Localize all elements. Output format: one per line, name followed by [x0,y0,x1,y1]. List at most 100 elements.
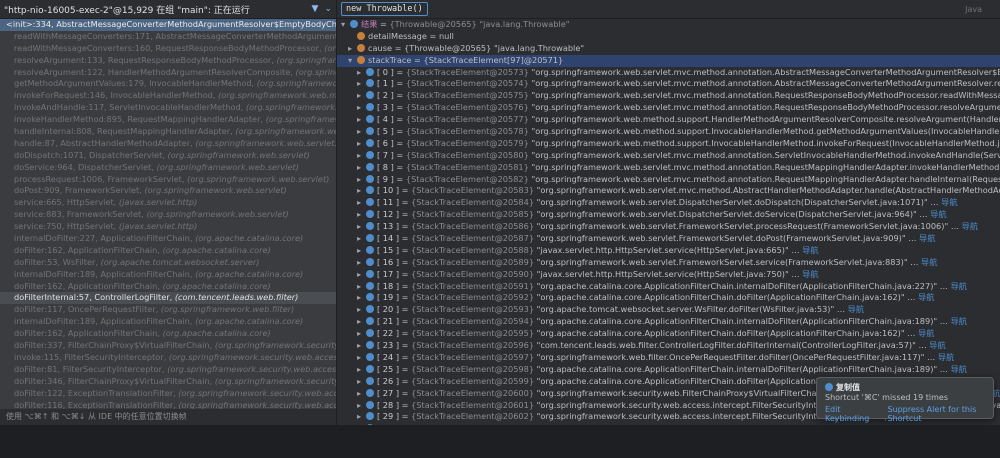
frame-row[interactable]: readWithMessageConverters:171, AbstractM… [0,31,336,43]
navigate-link[interactable]: 导航 [802,269,818,279]
frame-row[interactable]: doDispatch:1071, DispatcherServlet, (org… [0,150,336,162]
suppress-alert-link[interactable]: Suppress Alert for this Shortcut [887,405,993,423]
frame-row[interactable]: doFilter:162, ApplicationFilterChain, (o… [0,328,336,340]
edit-keybinding-link[interactable]: Edit Keybinding [825,405,877,423]
collapsed-arrow-icon[interactable]: ▸ [357,78,366,90]
thread-selector[interactable]: "http-nio-16005-exec-2"@15,929 在组 "main"… [4,3,306,16]
expand-arrow-icon[interactable]: ▾ [348,55,357,67]
stack-trace-element-row[interactable]: ▸[ 16 ] = {StackTraceElement@20589} "org… [337,257,1000,269]
result-row[interactable]: ▾ 结果 = {Throwable@20565} "java.lang.Throw… [337,19,1000,31]
frame-row[interactable]: invokeForRequest:146, InvocableHandlerMe… [0,90,336,102]
stack-trace-element-row[interactable]: ▸[ 25 ] = {StackTraceElement@20598} "org… [337,364,1000,376]
collapsed-arrow-icon[interactable]: ▸ [357,197,366,209]
collapsed-arrow-icon[interactable]: ▸ [357,257,366,269]
navigate-link[interactable]: 导航 [848,304,864,314]
collapsed-arrow-icon[interactable]: ▸ [348,43,357,55]
stack-trace-element-row[interactable]: ▸[ 18 ] = {StackTraceElement@20591} "org… [337,281,1000,293]
frame-row[interactable]: getMethodArgumentValues:179, InvocableHa… [0,78,336,90]
collapsed-arrow-icon[interactable]: ▸ [357,114,366,126]
frame-row[interactable]: internalDoFilter:189, ApplicationFilterC… [0,316,336,328]
navigate-link[interactable]: 导航 [951,316,967,326]
frame-row[interactable]: doService:964, DispatcherServlet, (org.s… [0,162,336,174]
stack-trace-element-row[interactable]: ▸[ 0 ] = {StackTraceElement@20573} "org.… [337,67,1000,79]
navigate-link[interactable]: 导航 [951,364,967,374]
frame-row[interactable]: doFilter:117, OncePerRequestFilter, (org… [0,304,336,316]
frame-row[interactable]: invoke:115, FilterSecurityInterceptor, (… [0,352,336,364]
stack-trace-element-row[interactable]: ▸[ 11 ] = {StackTraceElement@20584} "org… [337,197,1000,209]
collapsed-arrow-icon[interactable]: ▸ [357,138,366,150]
stack-trace-element-row[interactable]: ▸[ 10 ] = {StackTraceElement@20583} "org… [337,185,1000,197]
collapsed-arrow-icon[interactable]: ▸ [357,292,366,304]
stack-trace-row[interactable]: ▾ stackTrace = {StackTraceElement[97]@205… [337,54,1000,67]
detail-message-row[interactable]: detailMessage = null [337,31,1000,43]
frame-row[interactable]: doFilterInternal:57, ControllerLogFilter… [0,292,336,305]
navigate-link[interactable]: 导航 [951,281,967,291]
frame-row[interactable]: handleInternal:808, RequestMappingHandle… [0,126,336,138]
frame-row[interactable]: service:883, FrameworkServlet, (org.spri… [0,209,336,221]
stack-trace-element-row[interactable]: ▸[ 19 ] = {StackTraceElement@20592} "org… [337,292,1000,304]
stack-trace-element-row[interactable]: ▸[ 17 ] = {StackTraceElement@20590} "jav… [337,269,1000,281]
frame-row[interactable]: invokeAndHandle:117, ServletInvocableHan… [0,102,336,114]
navigate-link[interactable]: 导航 [918,328,934,338]
stack-trace-element-row[interactable]: ▸[ 15 ] = {StackTraceElement@20588} "jav… [337,245,1000,257]
stack-trace-element-row[interactable]: ▸[ 14 ] = {StackTraceElement@20587} "org… [337,233,1000,245]
stack-trace-element-row[interactable]: ▸[ 5 ] = {StackTraceElement@20578} "org.… [337,126,1000,138]
collapsed-arrow-icon[interactable]: ▸ [357,162,366,174]
collapsed-arrow-icon[interactable]: ▸ [357,233,366,245]
stack-trace-element-row[interactable]: ▸[ 9 ] = {StackTraceElement@20582} "org.… [337,174,1000,186]
navigate-link[interactable]: 导航 [938,352,954,362]
stack-trace-element-row[interactable]: ▸[ 8 ] = {StackTraceElement@20581} "org.… [337,162,1000,174]
language-selector[interactable]: Java [965,5,996,14]
frame-row[interactable]: processRequest:1006, FrameworkServlet, (… [0,174,336,186]
stack-trace-element-row[interactable]: ▸[ 12 ] = {StackTraceElement@20585} "org… [337,209,1000,221]
stack-trace-element-row[interactable]: ▸[ 21 ] = {StackTraceElement@20594} "org… [337,316,1000,328]
navigate-link[interactable]: 导航 [918,292,934,302]
collapsed-arrow-icon[interactable]: ▸ [357,245,366,257]
frame-row[interactable]: doFilter:53, WsFilter, (org.apache.tomca… [0,257,336,269]
frame-row[interactable]: invokeHandlerMethod:895, RequestMappingH… [0,114,336,126]
collapsed-arrow-icon[interactable]: ▸ [357,102,366,114]
stack-trace-element-row[interactable]: ▸[ 20 ] = {StackTraceElement@20593} "org… [337,304,1000,316]
chevron-down-icon[interactable]: ⌄ [324,4,332,14]
cause-row[interactable]: ▸ cause = {Throwable@20565} "java.lang.Th… [337,43,1000,55]
stack-trace-element-row[interactable]: ▸[ 13 ] = {StackTraceElement@20586} "org… [337,221,1000,233]
filter-icon[interactable]: ▼ [312,4,319,14]
collapsed-arrow-icon[interactable]: ▸ [357,221,366,233]
navigate-link[interactable]: 导航 [921,257,937,267]
navigate-link[interactable]: 导航 [802,245,818,255]
collapsed-arrow-icon[interactable]: ▸ [357,376,366,388]
collapsed-arrow-icon[interactable]: ▸ [357,411,366,423]
stack-trace-element-row[interactable]: ▸[ 3 ] = {StackTraceElement@20576} "org.… [337,102,1000,114]
stack-trace-element-row[interactable]: ▸[ 7 ] = {StackTraceElement@20580} "org.… [337,150,1000,162]
collapsed-arrow-icon[interactable]: ▸ [357,304,366,316]
collapsed-arrow-icon[interactable]: ▸ [357,174,366,186]
collapsed-arrow-icon[interactable]: ▸ [357,364,366,376]
navigate-link[interactable]: 导航 [941,197,957,207]
collapsed-arrow-icon[interactable]: ▸ [357,269,366,281]
navigate-link[interactable]: 导航 [919,233,935,243]
stack-trace-element-row[interactable]: ▸[ 4 ] = {StackTraceElement@20577} "org.… [337,114,1000,126]
collapsed-arrow-icon[interactable]: ▸ [357,150,366,162]
frame-row[interactable]: doFilter:162, ApplicationFilterChain, (o… [0,245,336,257]
frame-row[interactable]: resolveArgument:133, RequestResponseBody… [0,55,336,67]
frame-row[interactable]: readWithMessageConverters:160, RequestRe… [0,43,336,55]
frame-row[interactable]: internalDoFilter:189, ApplicationFilterC… [0,269,336,281]
collapsed-arrow-icon[interactable]: ▸ [357,90,366,102]
collapsed-arrow-icon[interactable]: ▸ [357,328,366,340]
frame-row[interactable]: handle:87, AbstractHandlerMethodAdapter,… [0,138,336,150]
stack-trace-element-row[interactable]: ▸[ 24 ] = {StackTraceElement@20597} "org… [337,352,1000,364]
frame-row[interactable]: internalDoFilter:227, ApplicationFilterC… [0,233,336,245]
stack-trace-element-row[interactable]: ▸[ 22 ] = {StackTraceElement@20595} "org… [337,328,1000,340]
frame-row[interactable]: doFilter:81, FilterSecurityInterceptor, … [0,364,336,376]
stack-trace-element-row[interactable]: ▸[ 2 ] = {StackTraceElement@20575} "org.… [337,90,1000,102]
stack-trace-element-row[interactable]: ▸[ 6 ] = {StackTraceElement@20579} "org.… [337,138,1000,150]
collapsed-arrow-icon[interactable]: ▸ [357,316,366,328]
frame-row[interactable]: doPost:909, FrameworkServlet, (org.sprin… [0,185,336,197]
collapsed-arrow-icon[interactable]: ▸ [357,352,366,364]
stack-trace-element-row[interactable]: ▸[ 23 ] = {StackTraceElement@20596} "com… [337,340,1000,352]
collapsed-arrow-icon[interactable]: ▸ [357,400,366,412]
evaluate-expression-field[interactable]: new Throwable() [341,2,428,16]
frame-row[interactable]: doFilter:337, FilterChainProxy$VirtualFi… [0,340,336,352]
collapsed-arrow-icon[interactable]: ▸ [357,209,366,221]
collapsed-arrow-icon[interactable]: ▸ [357,185,366,197]
